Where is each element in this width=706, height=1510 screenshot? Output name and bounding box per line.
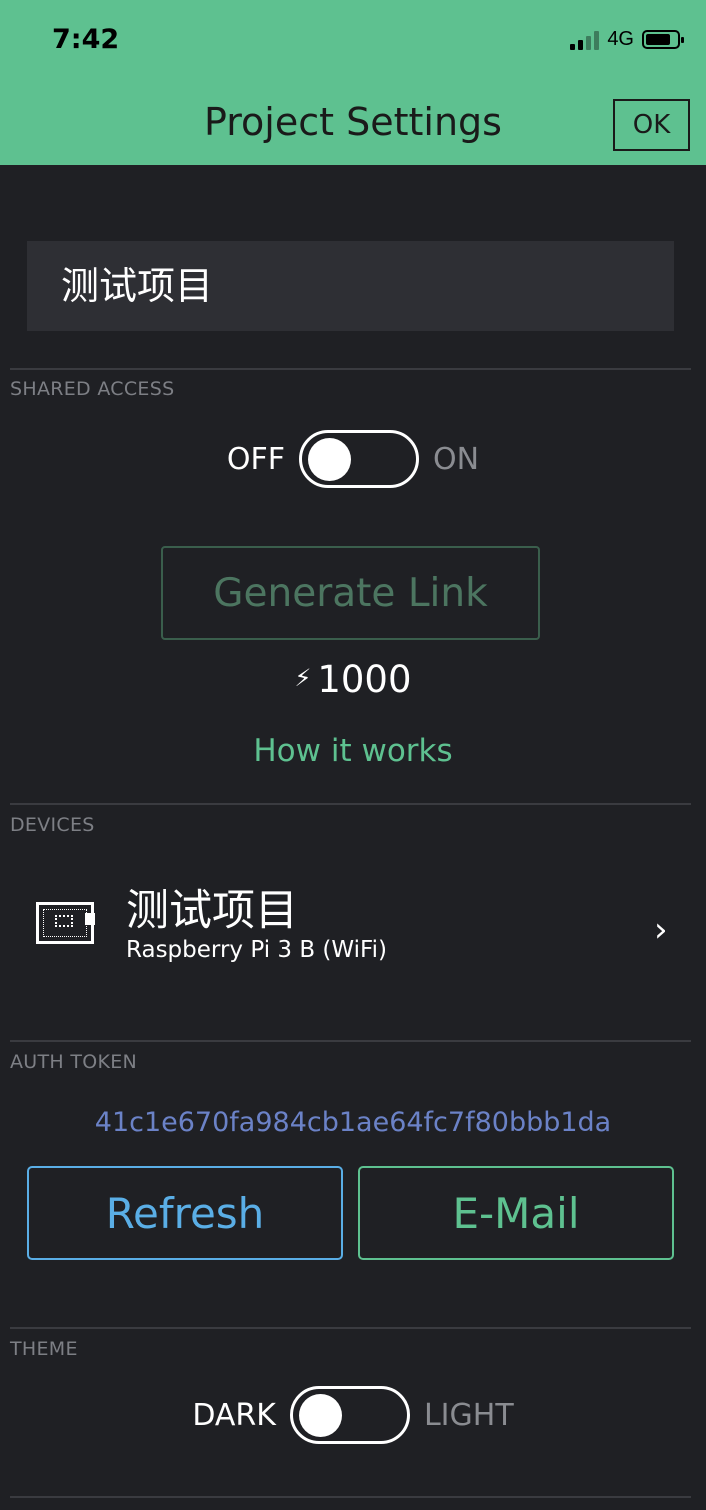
section-label-shared-access: SHARED ACCESS — [10, 378, 175, 400]
refresh-button[interactable]: Refresh — [27, 1166, 343, 1260]
section-label-auth-token: AUTH TOKEN — [10, 1051, 138, 1073]
toggle-knob — [298, 1394, 342, 1437]
device-name: 测试项目 — [126, 886, 298, 936]
divider — [10, 803, 691, 805]
divider — [10, 1327, 691, 1329]
cellular-signal-icon — [570, 30, 600, 50]
page-title: Project Settings — [204, 100, 502, 144]
generate-link-button[interactable]: Generate Link — [161, 546, 540, 640]
divider — [10, 368, 691, 370]
toggle-knob — [308, 438, 352, 481]
theme-toggle-row: DARK LIGHT — [0, 1386, 706, 1444]
network-type: 4G — [607, 28, 634, 50]
auth-token-value: 41c1e670fa984cb1ae64fc7f80bbb1da — [94, 1107, 612, 1138]
ok-button[interactable]: OK — [613, 99, 690, 151]
project-name-input[interactable]: 测试项目 — [27, 241, 674, 331]
header-bar: 7:42 4G Project Settings OK — [0, 0, 706, 165]
section-label-theme: THEME — [10, 1338, 78, 1360]
chevron-right-icon: › — [654, 910, 668, 950]
shared-access-toggle-row: OFF ON — [0, 430, 706, 488]
battery-icon — [642, 30, 684, 49]
how-it-works-link[interactable]: How it works — [0, 733, 706, 769]
shared-access-toggle[interactable] — [299, 430, 420, 488]
toggle-on-label: ON — [433, 441, 480, 477]
energy-cost: ⚡ 1000 — [0, 658, 706, 701]
energy-cost-value: 1000 — [317, 658, 412, 701]
divider — [10, 1496, 691, 1498]
theme-dark-label: DARK — [192, 1397, 276, 1433]
status-time: 7:42 — [52, 24, 120, 55]
device-list-item[interactable]: 测试项目 Raspberry Pi 3 B (WiFi) › — [0, 860, 706, 1000]
board-icon — [36, 902, 95, 944]
toggle-off-label: OFF — [226, 441, 286, 477]
divider — [10, 1040, 691, 1042]
status-indicators: 4G — [570, 28, 684, 51]
lightning-icon: ⚡ — [294, 664, 312, 692]
email-button[interactable]: E-Mail — [358, 1166, 674, 1260]
device-type: Raspberry Pi 3 B (WiFi) — [126, 937, 387, 963]
theme-light-label: LIGHT — [423, 1397, 514, 1433]
theme-toggle[interactable] — [289, 1386, 410, 1444]
section-label-devices: DEVICES — [10, 814, 95, 836]
